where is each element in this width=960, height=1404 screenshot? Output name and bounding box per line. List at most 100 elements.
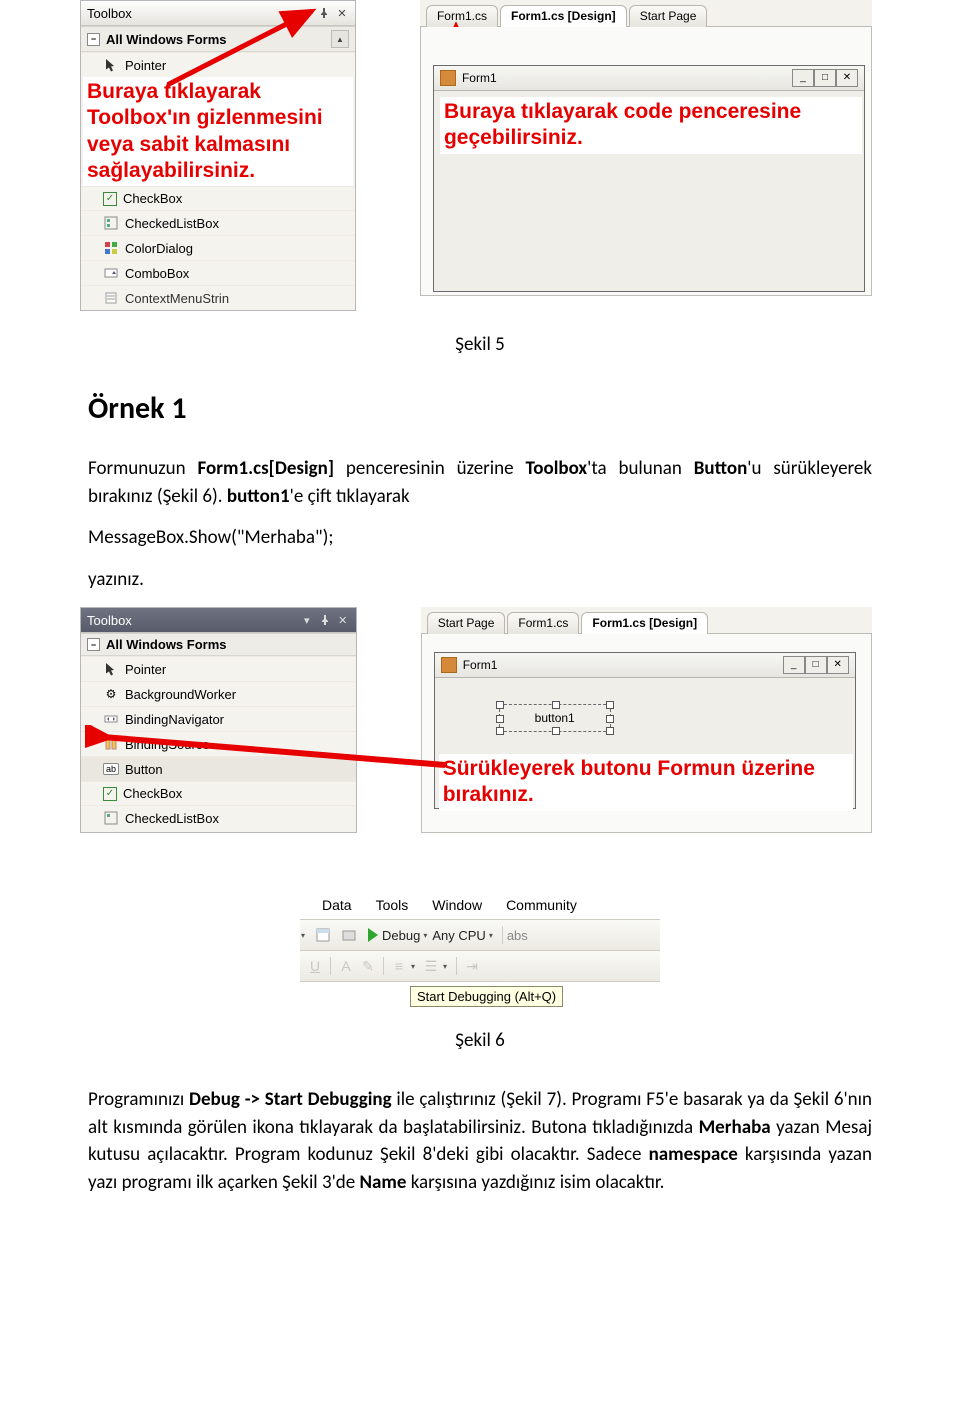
tab-label: Form1.cs [Design] xyxy=(511,9,616,23)
menubar: Data Tools Window Community xyxy=(300,893,660,919)
menu-tools[interactable]: Tools xyxy=(376,897,409,913)
toolbox-group-header[interactable]: − All Windows Forms ▲ xyxy=(81,27,355,52)
toolbox-item-pointer[interactable]: Pointer xyxy=(81,656,356,681)
form1-titlebar: Form1 _ □ ✕ xyxy=(434,66,864,91)
scroll-up-icon[interactable]: ▲ xyxy=(331,30,349,48)
code-line: MessageBox.Show("Merhaba"); xyxy=(88,524,872,552)
form1-window: Form1 _ □ ✕ Buraya tıklayarak code pence… xyxy=(433,65,865,292)
close-icon[interactable]: ✕ xyxy=(335,6,349,20)
tab-startpage[interactable]: Start Page xyxy=(629,5,708,27)
toolbox-group-header[interactable]: − All Windows Forms xyxy=(81,634,356,656)
document-tabstrip: Form1.cs Form1.cs [Design] Start Page xyxy=(420,0,872,27)
separator xyxy=(502,926,503,944)
toolbox-item-checkedlistbox[interactable]: CheckedListBox xyxy=(81,210,355,235)
toolbox-item-label: Button xyxy=(125,762,163,777)
toolbox-item-checkbox[interactable]: ✓ CheckBox xyxy=(81,781,356,805)
tab-startpage[interactable]: Start Page xyxy=(427,612,506,634)
list-icon[interactable]: ☰ xyxy=(420,958,442,975)
indent-icon[interactable]: ⇥ xyxy=(461,958,483,975)
align-left-icon[interactable]: ≡ xyxy=(388,958,410,974)
debug-config-label[interactable]: Debug xyxy=(382,928,420,943)
toolbox-item-label: BackgroundWorker xyxy=(125,687,236,702)
dropdown-icon[interactable]: ▾ xyxy=(300,613,314,627)
toolbox-title: Toolbox xyxy=(87,613,296,628)
tab-form1cs-design[interactable]: Form1.cs [Design] xyxy=(581,612,708,634)
heading-ornek1: Örnek 1 xyxy=(88,390,872,427)
toolbox-item-pointer[interactable]: Pointer xyxy=(81,52,355,77)
pin-icon[interactable] xyxy=(317,6,331,20)
toolbox-item-bindingnavigator[interactable]: BindingNavigator xyxy=(81,706,356,731)
tab-form1cs[interactable]: Form1.cs xyxy=(426,5,498,27)
toolbox-item-contextmenustrip[interactable]: ContextMenuStrin xyxy=(81,285,355,310)
properties-icon[interactable] xyxy=(311,923,335,947)
toolbox-panel: Toolbox ▾ ✕ − All Windows Forms ▲ xyxy=(80,0,356,311)
toolbox-group-label: All Windows Forms xyxy=(106,637,227,652)
font-icon[interactable]: A xyxy=(335,958,357,974)
checkbox-icon: ✓ xyxy=(103,787,117,801)
toolbox-item-backgroundworker[interactable]: ⚙ BackgroundWorker xyxy=(81,681,356,706)
menu-data[interactable]: Data xyxy=(322,897,352,913)
abs-label[interactable]: abs xyxy=(507,928,528,943)
toolbox-item-button[interactable]: ab Button xyxy=(81,756,356,781)
dropdown-icon[interactable]: ▾ xyxy=(299,6,313,20)
tab-label: Form1.cs xyxy=(437,9,487,23)
platform-label[interactable]: Any CPU xyxy=(432,928,485,943)
start-debugging-icon[interactable] xyxy=(368,928,378,942)
form1-client[interactable]: button1 Sürükleyerek butonu Formun üzeri… xyxy=(435,678,855,808)
pin-icon[interactable] xyxy=(318,613,332,627)
close-icon[interactable]: ✕ xyxy=(836,69,858,87)
menu-community[interactable]: Community xyxy=(506,897,577,913)
dropdown-icon[interactable]: ▾ xyxy=(411,962,415,971)
dropdown-icon[interactable]: ▾ xyxy=(489,931,493,940)
toolbox-item-label: CheckedListBox xyxy=(125,216,219,231)
text-bold: Name xyxy=(360,1171,407,1194)
checkbox-icon: ✓ xyxy=(103,192,117,206)
designer-area: Start Page Form1.cs Form1.cs [Design] Fo… xyxy=(421,607,872,833)
toolbox-item-checkedlistbox[interactable]: CheckedListBox xyxy=(81,805,356,830)
minimize-icon[interactable]: _ xyxy=(792,69,814,87)
highlight-icon[interactable]: ✎ xyxy=(357,958,379,975)
toolbox-body: − All Windows Forms ▲ Pointer Buraya tık… xyxy=(81,26,355,310)
toolbox-header: Toolbox ▾ ✕ xyxy=(81,1,355,26)
toolbox-item-combobox[interactable]: ComboBox xyxy=(81,260,355,285)
toolbox-header: Toolbox ▾ ✕ xyxy=(81,608,356,633)
button1-control[interactable]: button1 xyxy=(499,704,611,732)
toolbar-format: U A ✎ ≡ ▾ ☰ ▾ ⇥ xyxy=(300,951,660,982)
maximize-icon[interactable]: □ xyxy=(814,69,836,87)
tab-form1cs-design[interactable]: Form1.cs [Design] xyxy=(500,5,627,27)
toolbox-item-colordialog[interactable]: ColorDialog xyxy=(81,235,355,260)
toolbox-icon[interactable] xyxy=(337,923,361,947)
dropdown-icon[interactable]: ▾ xyxy=(301,931,305,940)
collapse-icon[interactable]: − xyxy=(87,638,100,651)
toolbox-item-checkbox[interactable]: ✓ CheckBox xyxy=(81,186,355,210)
button-icon: ab xyxy=(103,761,119,777)
dropdown-icon[interactable]: ▾ xyxy=(423,931,427,940)
figure-caption-5: Şekil 5 xyxy=(88,333,872,356)
close-icon[interactable]: ✕ xyxy=(336,613,350,627)
dropdown-icon[interactable]: ▾ xyxy=(443,962,447,971)
collapse-icon[interactable]: − xyxy=(87,33,100,46)
menu-window[interactable]: Window xyxy=(432,897,482,913)
checkedlistbox-icon xyxy=(103,215,119,231)
toolbox-body: − All Windows Forms Pointer ⚙ Background… xyxy=(81,633,356,830)
separator xyxy=(330,957,331,975)
separator xyxy=(456,957,457,975)
tab-form1cs[interactable]: Form1.cs xyxy=(507,612,579,634)
toolbox-item-label: ComboBox xyxy=(125,266,189,281)
text: 'e çift tıklayarak xyxy=(290,485,410,508)
text: Programınızı xyxy=(88,1088,189,1111)
form-icon xyxy=(440,70,456,86)
maximize-icon[interactable]: □ xyxy=(805,656,827,674)
underline-icon[interactable]: U xyxy=(304,958,326,974)
text-bold: namespace xyxy=(649,1143,738,1166)
minimize-icon[interactable]: _ xyxy=(783,656,805,674)
toolbox-item-label: CheckedListBox xyxy=(125,811,219,826)
form1-client[interactable]: Buraya tıklayarak code penceresine geçeb… xyxy=(434,91,864,291)
callout-drag-button: Sürükleyerek butonu Formun üzerine bırak… xyxy=(439,754,853,811)
text-bold: Merhaba xyxy=(699,1116,771,1139)
gear-icon: ⚙ xyxy=(103,686,119,702)
separator xyxy=(383,957,384,975)
close-icon[interactable]: ✕ xyxy=(827,656,849,674)
text-bold: button1 xyxy=(227,485,290,508)
toolbox-item-bindingsource[interactable]: BindingSource xyxy=(81,731,356,756)
